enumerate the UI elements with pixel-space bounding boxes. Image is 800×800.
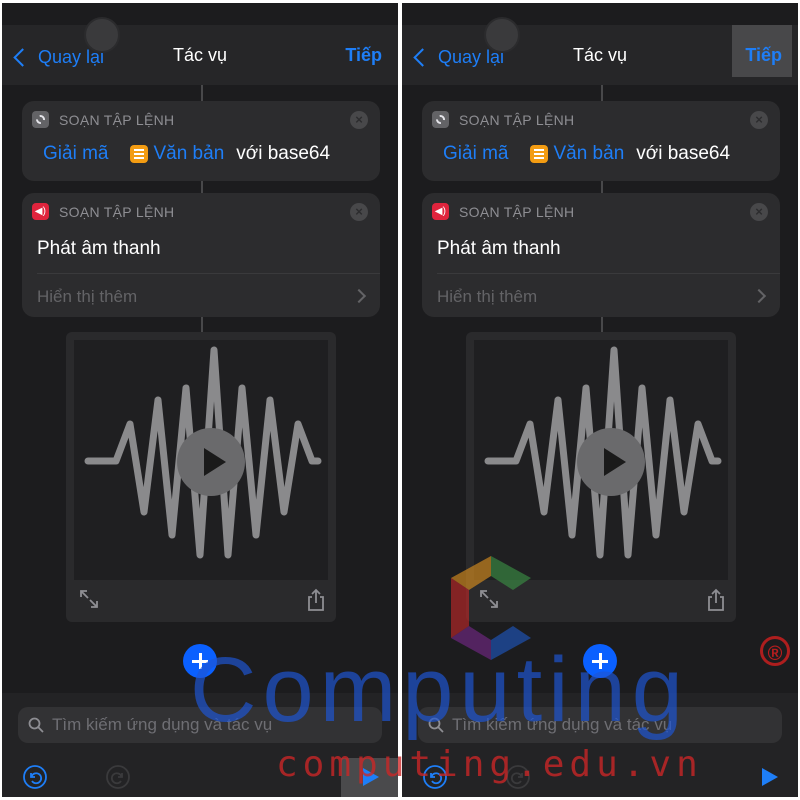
watermark-url: computing.edu.vn: [276, 744, 703, 785]
text-variable-icon: [130, 145, 149, 163]
card-header-label: SOẠN TẬP LỆNH: [459, 203, 575, 220]
play-sound-card[interactable]: ◀) SOẠN TẬP LỆNH × Phát âm thanh Hiển th…: [22, 193, 380, 317]
camera-cutout: [484, 17, 520, 53]
run-button[interactable]: [762, 768, 778, 786]
gear-icon: [432, 111, 449, 128]
chevron-right-icon: [751, 288, 767, 304]
registered-mark: ®: [760, 636, 790, 666]
play-sound-title: Phát âm thanh: [37, 238, 161, 259]
share-icon[interactable]: [306, 588, 326, 612]
card-header: SOẠN TẬP LỆNH: [432, 111, 574, 128]
redo-icon[interactable]: [105, 764, 131, 790]
connector-line: [601, 317, 603, 332]
card-header-label: SOẠN TẬP LỆNH: [459, 111, 575, 128]
decode-mode-token[interactable]: Giải mã: [43, 143, 108, 165]
connector-line: [201, 85, 203, 101]
divider: [437, 273, 780, 274]
connector-line: [601, 85, 603, 101]
decode-action-row: Giải mã Văn bản với base64: [443, 143, 730, 165]
close-icon[interactable]: ×: [350, 111, 368, 129]
decode-suffix: với base64: [636, 143, 731, 164]
undo-icon[interactable]: [22, 764, 48, 790]
camera-cutout: [84, 17, 120, 53]
connector-line: [201, 181, 203, 193]
waveform-area: [474, 340, 728, 580]
decode-action-row: Giải mã Văn bản với base64: [43, 143, 330, 165]
chevron-right-icon: [351, 288, 367, 304]
waveform-area: [74, 340, 328, 580]
show-more-link[interactable]: Hiển thị thêm: [437, 287, 537, 307]
connector-line: [601, 181, 603, 193]
sound-preview-player: [66, 332, 336, 622]
speaker-icon: ◀): [32, 203, 49, 220]
close-icon[interactable]: ×: [350, 203, 368, 221]
watermark-brand: Computing: [190, 639, 689, 741]
text-variable-icon: [530, 145, 549, 163]
text-variable-token[interactable]: Văn bản: [553, 143, 624, 165]
decode-action-card[interactable]: SOẠN TẬP LỆNH × Giải mã Văn bản với base…: [422, 101, 780, 181]
close-icon[interactable]: ×: [750, 111, 768, 129]
speaker-icon: ◀): [432, 203, 449, 220]
play-button[interactable]: [577, 428, 645, 496]
nav-bar: Quay lại Tác vụ Tiếp: [402, 25, 798, 85]
next-button[interactable]: Tiếp: [345, 45, 382, 66]
play-sound-card[interactable]: ◀) SOẠN TẬP LỆNH × Phát âm thanh Hiển th…: [422, 193, 780, 317]
expand-icon[interactable]: [78, 588, 100, 610]
play-button[interactable]: [177, 428, 245, 496]
card-header: ◀) SOẠN TẬP LỆNH: [32, 203, 174, 220]
share-icon[interactable]: [706, 588, 726, 612]
play-sound-title: Phát âm thanh: [437, 238, 561, 259]
decode-suffix: với base64: [236, 143, 331, 164]
text-variable-token[interactable]: Văn bản: [153, 143, 224, 165]
search-icon: [28, 717, 44, 733]
divider: [37, 273, 380, 274]
decode-action-card[interactable]: SOẠN TẬP LỆNH × Giải mã Văn bản với base…: [22, 101, 380, 181]
nav-bar: Quay lại Tác vụ Tiếp: [2, 25, 398, 85]
next-button[interactable]: Tiếp: [745, 45, 782, 66]
page-title: Tác vụ: [172, 45, 228, 65]
card-header: SOẠN TẬP LỆNH: [32, 111, 174, 128]
show-more-link[interactable]: Hiển thị thêm: [37, 287, 137, 307]
connector-line: [201, 317, 203, 332]
card-header-label: SOẠN TẬP LỆNH: [59, 111, 175, 128]
decode-mode-token[interactable]: Giải mã: [443, 143, 508, 165]
card-header-label: SOẠN TẬP LỆNH: [59, 203, 175, 220]
card-header: ◀) SOẠN TẬP LỆNH: [432, 203, 574, 220]
gear-icon: [32, 111, 49, 128]
close-icon[interactable]: ×: [750, 203, 768, 221]
